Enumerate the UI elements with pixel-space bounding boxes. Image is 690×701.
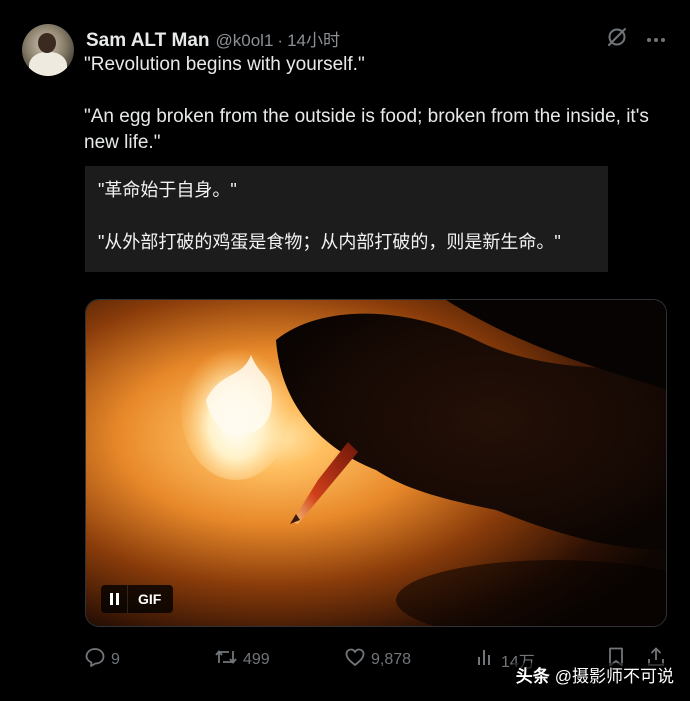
gif-label: GIF [138, 591, 162, 607]
reply-count: 9 [111, 650, 120, 668]
repost-icon [214, 646, 238, 673]
like-count: 9,878 [371, 650, 412, 668]
top-right-actions [606, 26, 666, 53]
tweet-line-2: "An egg broken from the outside is food;… [84, 106, 649, 153]
reply-icon [84, 646, 106, 673]
avatar-head [38, 33, 56, 53]
more-dots-icon[interactable] [646, 31, 666, 49]
pause-icon[interactable] [101, 585, 128, 613]
avatar[interactable] [22, 24, 74, 76]
gif-media[interactable]: GIF [85, 299, 667, 627]
gif-frame-image [86, 300, 666, 626]
views-icon [476, 646, 496, 673]
tweet-text: "Revolution begins with yourself." "An e… [84, 52, 664, 156]
like-button[interactable]: 9,878 [344, 646, 411, 673]
watermark-account: @摄影师不可说 [554, 667, 674, 686]
tweet-line-1: "Revolution begins with yourself." [84, 54, 365, 75]
repost-button[interactable]: 499 [214, 646, 270, 673]
like-icon [344, 646, 366, 673]
gif-control[interactable]: GIF [101, 585, 174, 613]
tweet-header: Sam ALT Man @k0ol1 · 14小时 [86, 26, 340, 52]
avatar-shirt [29, 52, 67, 76]
post-time[interactable]: 14小时 [287, 26, 340, 51]
author-name[interactable]: Sam ALT Man [86, 30, 210, 52]
translation-line-1: "革命始于自身。" [98, 180, 237, 200]
translation-box: "革命始于自身。" "从外部打破的鸡蛋是食物；从内部打破的，则是新生命。" [85, 166, 608, 272]
repost-count: 499 [243, 650, 270, 668]
header-separator: · [277, 31, 284, 50]
grok-icon[interactable] [606, 26, 628, 53]
watermark-brand: 头条 [515, 667, 550, 686]
translation-line-2: "从外部打破的鸡蛋是食物；从内部打破的，则是新生命。" [98, 232, 561, 252]
reply-button[interactable]: 9 [84, 646, 120, 673]
author-handle[interactable]: @k0ol1 [216, 31, 274, 51]
toutiao-watermark: 头条 @摄影师不可说 [509, 663, 680, 691]
